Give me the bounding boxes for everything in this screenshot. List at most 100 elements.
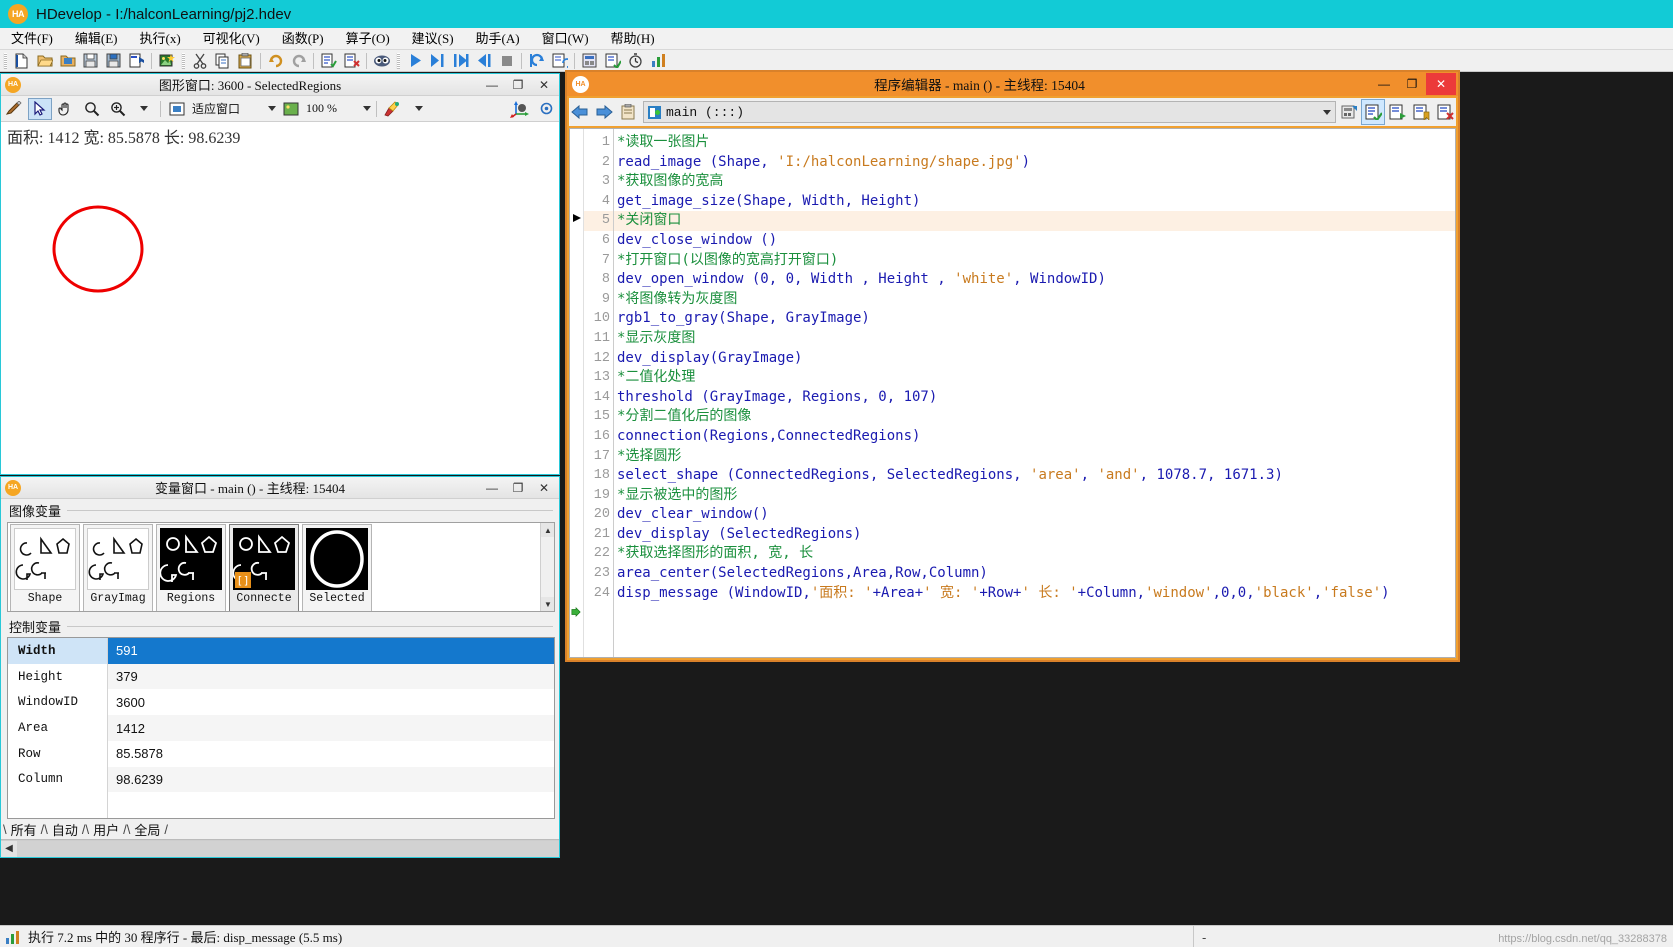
image-variable-tile[interactable]: [] Connecte xyxy=(229,524,299,611)
draw-mode-icon[interactable] xyxy=(2,98,26,120)
menu-file[interactable]: 文件(F) xyxy=(0,28,64,50)
menu-edit[interactable]: 编辑(E) xyxy=(64,28,129,50)
variable-tab-2[interactable]: 用户 xyxy=(89,820,123,839)
open-file-icon[interactable] xyxy=(34,51,55,71)
code-line[interactable]: rgb1_to_gray(Shape, GrayImage) xyxy=(614,309,1455,329)
fit-window-icon[interactable] xyxy=(165,98,189,120)
scroll-up-icon[interactable]: ▲ xyxy=(541,523,554,537)
graphics-canvas[interactable]: 面积: 1412 宽: 85.5878 长: 98.6239 xyxy=(1,122,559,474)
redo-icon[interactable] xyxy=(288,51,309,71)
paste-icon[interactable] xyxy=(235,51,256,71)
code-line[interactable]: *将图像转为灰度图 xyxy=(614,290,1455,310)
profile-icon[interactable] xyxy=(648,51,669,71)
image-variable-tile[interactable]: Selected xyxy=(302,524,372,611)
code-editor-area[interactable]: 1 2 3 4 5 6 7 8 9 10 11 12 13 14 15 16 17 18 19 20 21 22 23 24 … xyxy=(569,128,1456,658)
code-line[interactable]: dev_display(GrayImage) xyxy=(614,349,1455,369)
copy-icon[interactable] xyxy=(212,51,233,71)
code-line[interactable]: *二值化处理 xyxy=(614,368,1455,388)
code-line[interactable]: dev_display (SelectedRegions) xyxy=(614,525,1455,545)
save-icon[interactable] xyxy=(80,51,101,71)
step-over-icon[interactable] xyxy=(427,51,448,71)
control-variable-row[interactable]: Row 85.5878 xyxy=(8,740,554,767)
uncomment-icon[interactable] xyxy=(341,51,362,71)
code-lines[interactable]: *读取一张图片 read_image (Shape, 'I:/halconLear… xyxy=(614,129,1455,657)
maximize-icon[interactable]: ❐ xyxy=(505,479,531,497)
variable-tab-3[interactable]: 全局 xyxy=(130,820,164,839)
find-icon[interactable] xyxy=(371,51,392,71)
minimize-icon[interactable]: — xyxy=(479,76,505,94)
code-line[interactable]: *读取一张图片 xyxy=(614,133,1455,153)
select-arrow-icon[interactable] xyxy=(28,97,52,120)
3d-axis-icon[interactable] xyxy=(508,98,532,120)
control-variable-row[interactable]: Column 98.6239 xyxy=(8,766,554,793)
insert-operator-icon[interactable] xyxy=(1338,100,1360,124)
control-variable-row[interactable]: Height 379 xyxy=(8,663,554,690)
code-line[interactable]: dev_clear_window() xyxy=(614,505,1455,525)
menu-visualization[interactable]: 可视化(V) xyxy=(192,28,271,50)
fit-window-combo[interactable]: 适应窗口 xyxy=(190,99,278,119)
back-arrow-icon[interactable] xyxy=(569,100,591,124)
code-line[interactable]: threshold (GrayImage, Regions, 0, 107) xyxy=(614,388,1455,408)
menu-assistants[interactable]: 助手(A) xyxy=(465,28,531,50)
control-variable-row[interactable]: Width 591 xyxy=(8,638,554,664)
settings-gear-icon[interactable] xyxy=(534,98,558,120)
edit-check-icon[interactable] xyxy=(1361,99,1385,125)
step-into-icon[interactable] xyxy=(450,51,471,71)
delete-all-icon[interactable] xyxy=(1434,100,1456,124)
zoom-icon[interactable] xyxy=(80,98,104,120)
minimize-icon[interactable]: — xyxy=(1370,74,1398,94)
menu-window[interactable]: 窗口(W) xyxy=(531,28,600,50)
scroll-track[interactable] xyxy=(17,840,559,857)
control-variable-row[interactable]: Area 1412 xyxy=(8,715,554,741)
close-icon[interactable]: ✕ xyxy=(1426,73,1456,95)
close-icon[interactable]: ✕ xyxy=(531,76,557,94)
image-variables-scrollbar[interactable]: ▲ ▼ xyxy=(540,523,554,611)
scroll-down-icon[interactable]: ▼ xyxy=(541,597,554,611)
zoom-level-combo[interactable]: 100 % xyxy=(304,99,373,119)
procedure-selector[interactable]: main (:::) xyxy=(643,101,1336,123)
variable-tab-1[interactable]: 自动 xyxy=(48,820,82,839)
variable-window-hscrollbar[interactable]: ◀ xyxy=(1,839,559,857)
maximize-icon[interactable]: ❐ xyxy=(505,76,531,94)
code-line[interactable]: dev_close_window () xyxy=(614,231,1455,251)
image-variable-tile[interactable]: GrayImag xyxy=(83,524,153,611)
code-line[interactable]: area_center(SelectedRegions,Area,Row,Col… xyxy=(614,564,1455,584)
export-icon[interactable] xyxy=(126,51,147,71)
control-variables-table[interactable]: Width 591 Height 379 WindowID 3600 Area 1412 Row… xyxy=(7,637,555,819)
save-as-icon[interactable] xyxy=(103,51,124,71)
insert-image-icon[interactable] xyxy=(156,51,177,71)
zoom-dropdown-icon[interactable] xyxy=(132,98,156,120)
code-line[interactable]: disp_message (WindowID,'面积: '+Area+' 宽: … xyxy=(614,584,1455,604)
code-line[interactable]: *获取选择图形的面积, 宽, 长 xyxy=(614,544,1455,564)
code-line[interactable]: select_shape (ConnectedRegions, Selected… xyxy=(614,466,1455,486)
image-variable-tile[interactable]: Regions xyxy=(156,524,226,611)
code-line[interactable]: *关闭窗口 xyxy=(614,211,1455,231)
menu-procedures[interactable]: 函数(P) xyxy=(271,28,335,50)
breakpoint-gutter[interactable] xyxy=(570,129,584,657)
control-variable-row[interactable]: WindowID 3600 xyxy=(8,689,554,716)
control-variable-row[interactable] xyxy=(8,792,554,818)
code-line[interactable]: *获取图像的宽高 xyxy=(614,172,1455,192)
minimize-icon[interactable]: — xyxy=(479,479,505,497)
scroll-left-icon[interactable]: ◀ xyxy=(1,840,17,857)
menu-operators[interactable]: 算子(O) xyxy=(335,28,401,50)
maximize-icon[interactable]: ❐ xyxy=(1398,74,1426,94)
undo-icon[interactable] xyxy=(265,51,286,71)
insert-operator-icon[interactable] xyxy=(579,51,600,71)
image-variables-list[interactable]: Shape GrayImag Regions[] Connecte Selected ▲ ▼ xyxy=(7,522,555,612)
continue-icon[interactable] xyxy=(549,51,570,71)
bookmark-icon[interactable] xyxy=(1410,100,1432,124)
edit-code-icon[interactable] xyxy=(602,51,623,71)
step-out-icon[interactable] xyxy=(473,51,494,71)
timing-icon[interactable] xyxy=(625,51,646,71)
comment-icon[interactable] xyxy=(318,51,339,71)
code-line[interactable]: *选择圆形 xyxy=(614,447,1455,467)
close-icon[interactable]: ✕ xyxy=(531,479,557,497)
code-line[interactable]: connection(Regions,ConnectedRegions) xyxy=(614,427,1455,447)
code-line[interactable]: *分割二值化后的图像 xyxy=(614,407,1455,427)
code-line[interactable]: *显示灰度图 xyxy=(614,329,1455,349)
step-marker-icon[interactable] xyxy=(1386,100,1408,124)
code-line[interactable]: *显示被选中的图形 xyxy=(614,486,1455,506)
menu-suggestions[interactable]: 建议(S) xyxy=(401,28,465,50)
open-recent-icon[interactable] xyxy=(57,51,78,71)
